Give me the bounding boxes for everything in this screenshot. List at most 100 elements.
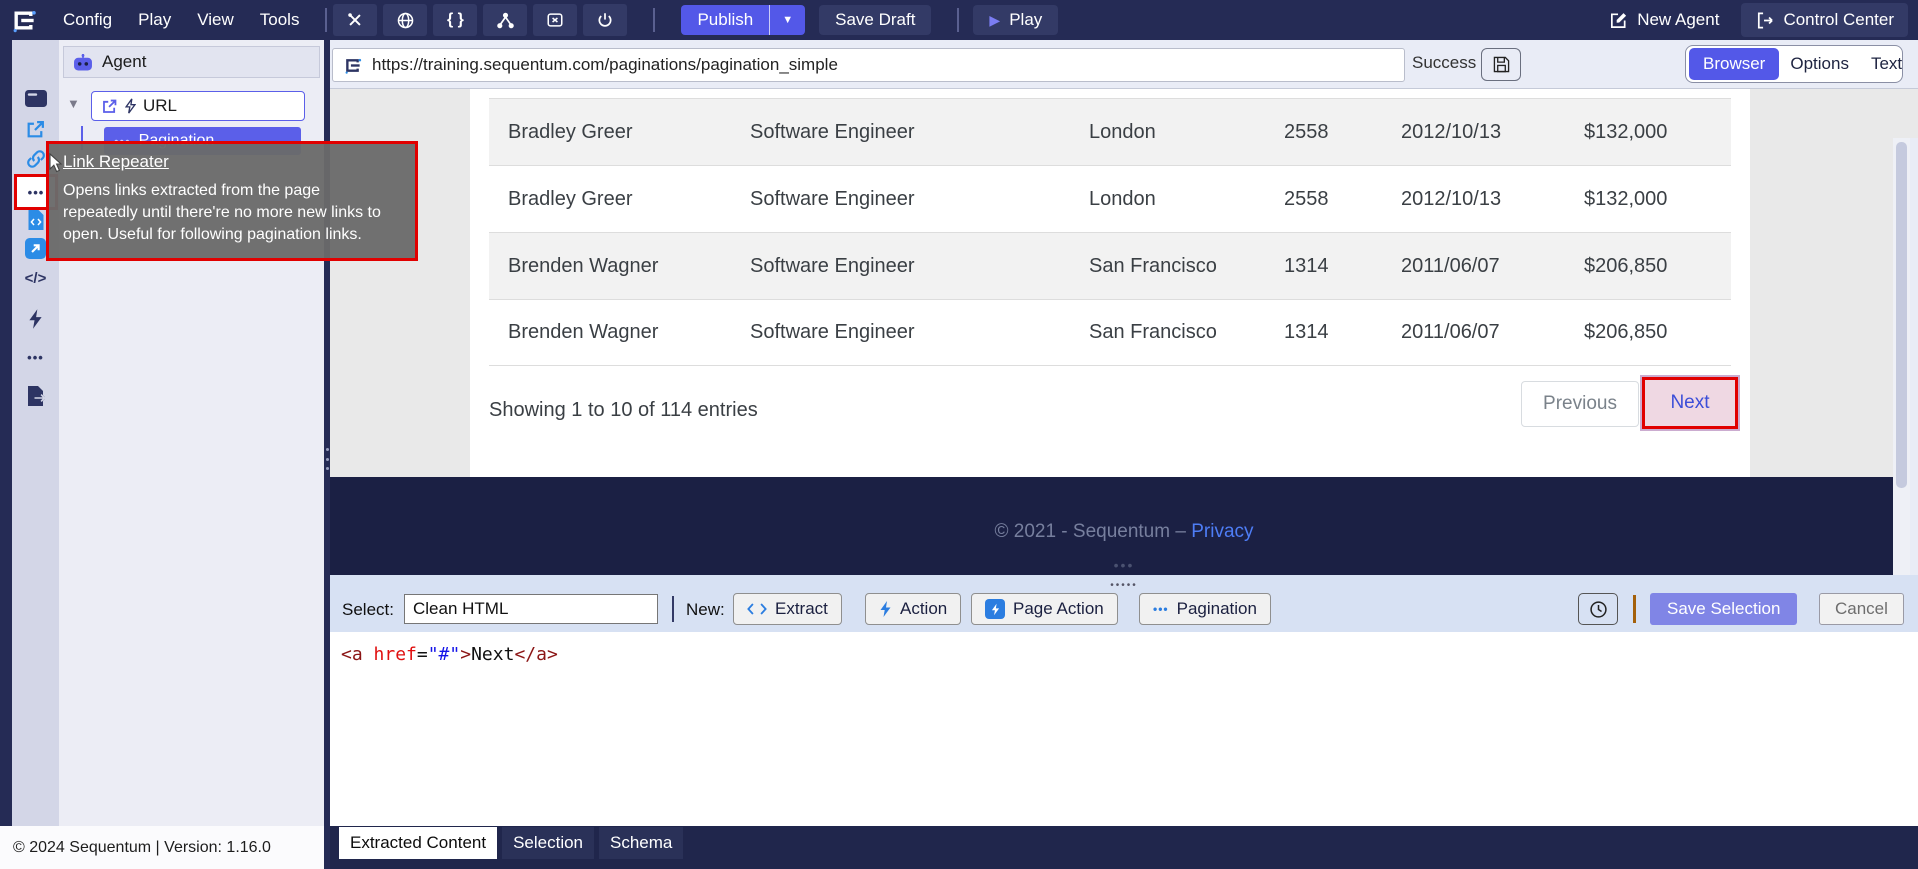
url-field[interactable]: https://training.sequentum.com/paginatio… [332, 48, 1405, 82]
tree-node-url[interactable]: URL [91, 91, 305, 121]
publish-dropdown-caret-icon[interactable]: ▼ [769, 5, 805, 35]
new-label: New: [686, 600, 725, 620]
scrollbar-thumb[interactable] [1896, 142, 1907, 488]
cell-position: Software Engineer [750, 255, 1089, 278]
tools-icon[interactable] [333, 4, 377, 36]
table-row[interactable]: Brenden Wagner Software Engineer San Fra… [489, 232, 1731, 299]
browser-vertical-scrollbar[interactable]: ▼ [1893, 138, 1910, 624]
open-link-icon[interactable] [12, 119, 59, 140]
code-token: href [374, 644, 417, 665]
tab-extracted-content[interactable]: Extracted Content [339, 827, 497, 859]
menu-play[interactable]: Play [138, 10, 171, 30]
braces-icon[interactable]: { } [433, 4, 477, 36]
publish-label: Publish [681, 10, 769, 30]
browser-pane: https://training.sequentum.com/paginatio… [330, 40, 1918, 869]
exit-arrow-icon [1755, 11, 1774, 30]
browser-view-tabs: Browser Options Text [1685, 45, 1903, 83]
bolt-icon [879, 600, 892, 618]
clock-icon [1589, 600, 1608, 619]
play-label: Play [1009, 10, 1042, 30]
floppy-disk-icon [1493, 56, 1510, 73]
extracted-content-code[interactable]: <a href="#">Next</a> [330, 632, 1918, 826]
browser-right-edge [1910, 138, 1918, 624]
control-center-button[interactable]: Control Center [1741, 3, 1908, 37]
cell-office: London [1089, 121, 1284, 144]
url-text: https://training.sequentum.com/paginatio… [372, 55, 838, 75]
cell-office: San Francisco [1089, 321, 1284, 344]
link-repeater-tooltip: Link Repeater Opens links extracted from… [46, 141, 418, 261]
new-pagination-button[interactable]: ••• Pagination [1139, 593, 1271, 625]
save-page-button[interactable] [1481, 48, 1521, 81]
tab-text[interactable]: Text [1860, 48, 1913, 80]
export-page-icon[interactable] [12, 384, 59, 408]
toolbar-separator [325, 8, 327, 32]
tab-selection[interactable]: Selection [502, 827, 594, 859]
cell-start-date: 2012/10/13 [1401, 188, 1584, 211]
power-icon[interactable] [583, 4, 627, 36]
robot-icon [72, 54, 94, 71]
cell-start-date: 2012/10/13 [1401, 121, 1584, 144]
publish-button[interactable]: Publish ▼ [681, 5, 805, 35]
code-token: > [460, 644, 471, 665]
footer-grip-dots: ••• [330, 557, 1918, 573]
control-center-label: Control Center [1783, 10, 1894, 30]
table-row[interactable]: Bradley Greer Software Engineer London 2… [489, 98, 1731, 165]
close-browser-icon[interactable] [533, 4, 577, 36]
new-extract-button[interactable]: Extract [733, 593, 842, 625]
footer-copyright-text: © 2021 - Sequentum – [994, 521, 1191, 542]
app-logo-icon [10, 7, 37, 34]
employee-table: Bradley Greer Software Engineer London 2… [489, 98, 1731, 366]
app-status-bar: © 2024 Sequentum | Version: 1.16.0 [0, 826, 324, 869]
topbar-right-group: New Agent Control Center [1609, 3, 1908, 37]
menu-config[interactable]: Config [63, 10, 112, 30]
cell-name: Bradley Greer [508, 188, 750, 211]
cell-salary: $132,000 [1584, 121, 1731, 144]
save-selection-button[interactable]: Save Selection [1650, 593, 1797, 625]
tree-node-url-label: URL [143, 96, 177, 116]
table-row[interactable]: Bradley Greer Software Engineer London 2… [489, 165, 1731, 232]
tooltip-title: Link Repeater [63, 152, 401, 172]
horizontal-splitter-handle[interactable]: ••••• [330, 575, 1918, 587]
content-panel-tabs: Extracted Content Selection Schema [330, 826, 1918, 869]
privacy-link[interactable]: Privacy [1191, 521, 1253, 542]
cell-office: San Francisco [1089, 255, 1284, 278]
play-button[interactable]: ▶ Play [973, 5, 1058, 35]
panel-splitter-handle[interactable] [324, 446, 330, 472]
new-pagination-label: Pagination [1177, 599, 1257, 619]
selection-panel: Select: New: Extract Action [330, 587, 1918, 869]
play-triangle-icon: ▶ [989, 12, 1000, 29]
tree-expand-caret-icon[interactable]: ▼ [67, 96, 80, 111]
select-label: Select: [342, 600, 394, 620]
page-action-icon [985, 599, 1005, 619]
tab-options[interactable]: Options [1779, 48, 1860, 80]
cell-extn: 1314 [1284, 321, 1401, 344]
sequentum-mark-icon [343, 56, 362, 75]
table-info-text: Showing 1 to 10 of 114 entries [489, 399, 758, 422]
tab-schema[interactable]: Schema [599, 827, 683, 859]
cell-start-date: 2011/06/07 [1401, 255, 1584, 278]
select-command-input[interactable] [404, 594, 658, 624]
menu-view[interactable]: View [197, 10, 234, 30]
browser-window-icon[interactable] [12, 89, 59, 108]
new-agent-button[interactable]: New Agent [1609, 10, 1719, 30]
workflow-icon[interactable] [483, 4, 527, 36]
next-page-button[interactable]: Next [1642, 377, 1738, 429]
sequentum-app-window: Config Play View Tools { } [0, 0, 1918, 869]
cell-start-date: 2011/06/07 [1401, 321, 1584, 344]
web-browser-icon[interactable] [383, 4, 427, 36]
table-row[interactable]: Brenden Wagner Software Engineer San Fra… [489, 299, 1731, 366]
cell-name: Brenden Wagner [508, 255, 750, 278]
save-draft-button[interactable]: Save Draft [819, 5, 931, 35]
new-action-button[interactable]: Action [865, 593, 961, 625]
previous-page-button[interactable]: Previous [1521, 381, 1639, 427]
html-icon[interactable]: </> [12, 270, 59, 287]
action-icon[interactable] [12, 308, 59, 330]
new-page-action-button[interactable]: Page Action [971, 593, 1118, 625]
tab-browser[interactable]: Browser [1689, 48, 1779, 80]
more-commands-icon[interactable]: ••• [12, 350, 59, 365]
history-button[interactable] [1578, 593, 1618, 625]
menu-tools[interactable]: Tools [260, 10, 300, 30]
new-extract-label: Extract [775, 599, 828, 619]
cancel-button[interactable]: Cancel [1819, 593, 1904, 625]
new-agent-label: New Agent [1637, 10, 1719, 30]
